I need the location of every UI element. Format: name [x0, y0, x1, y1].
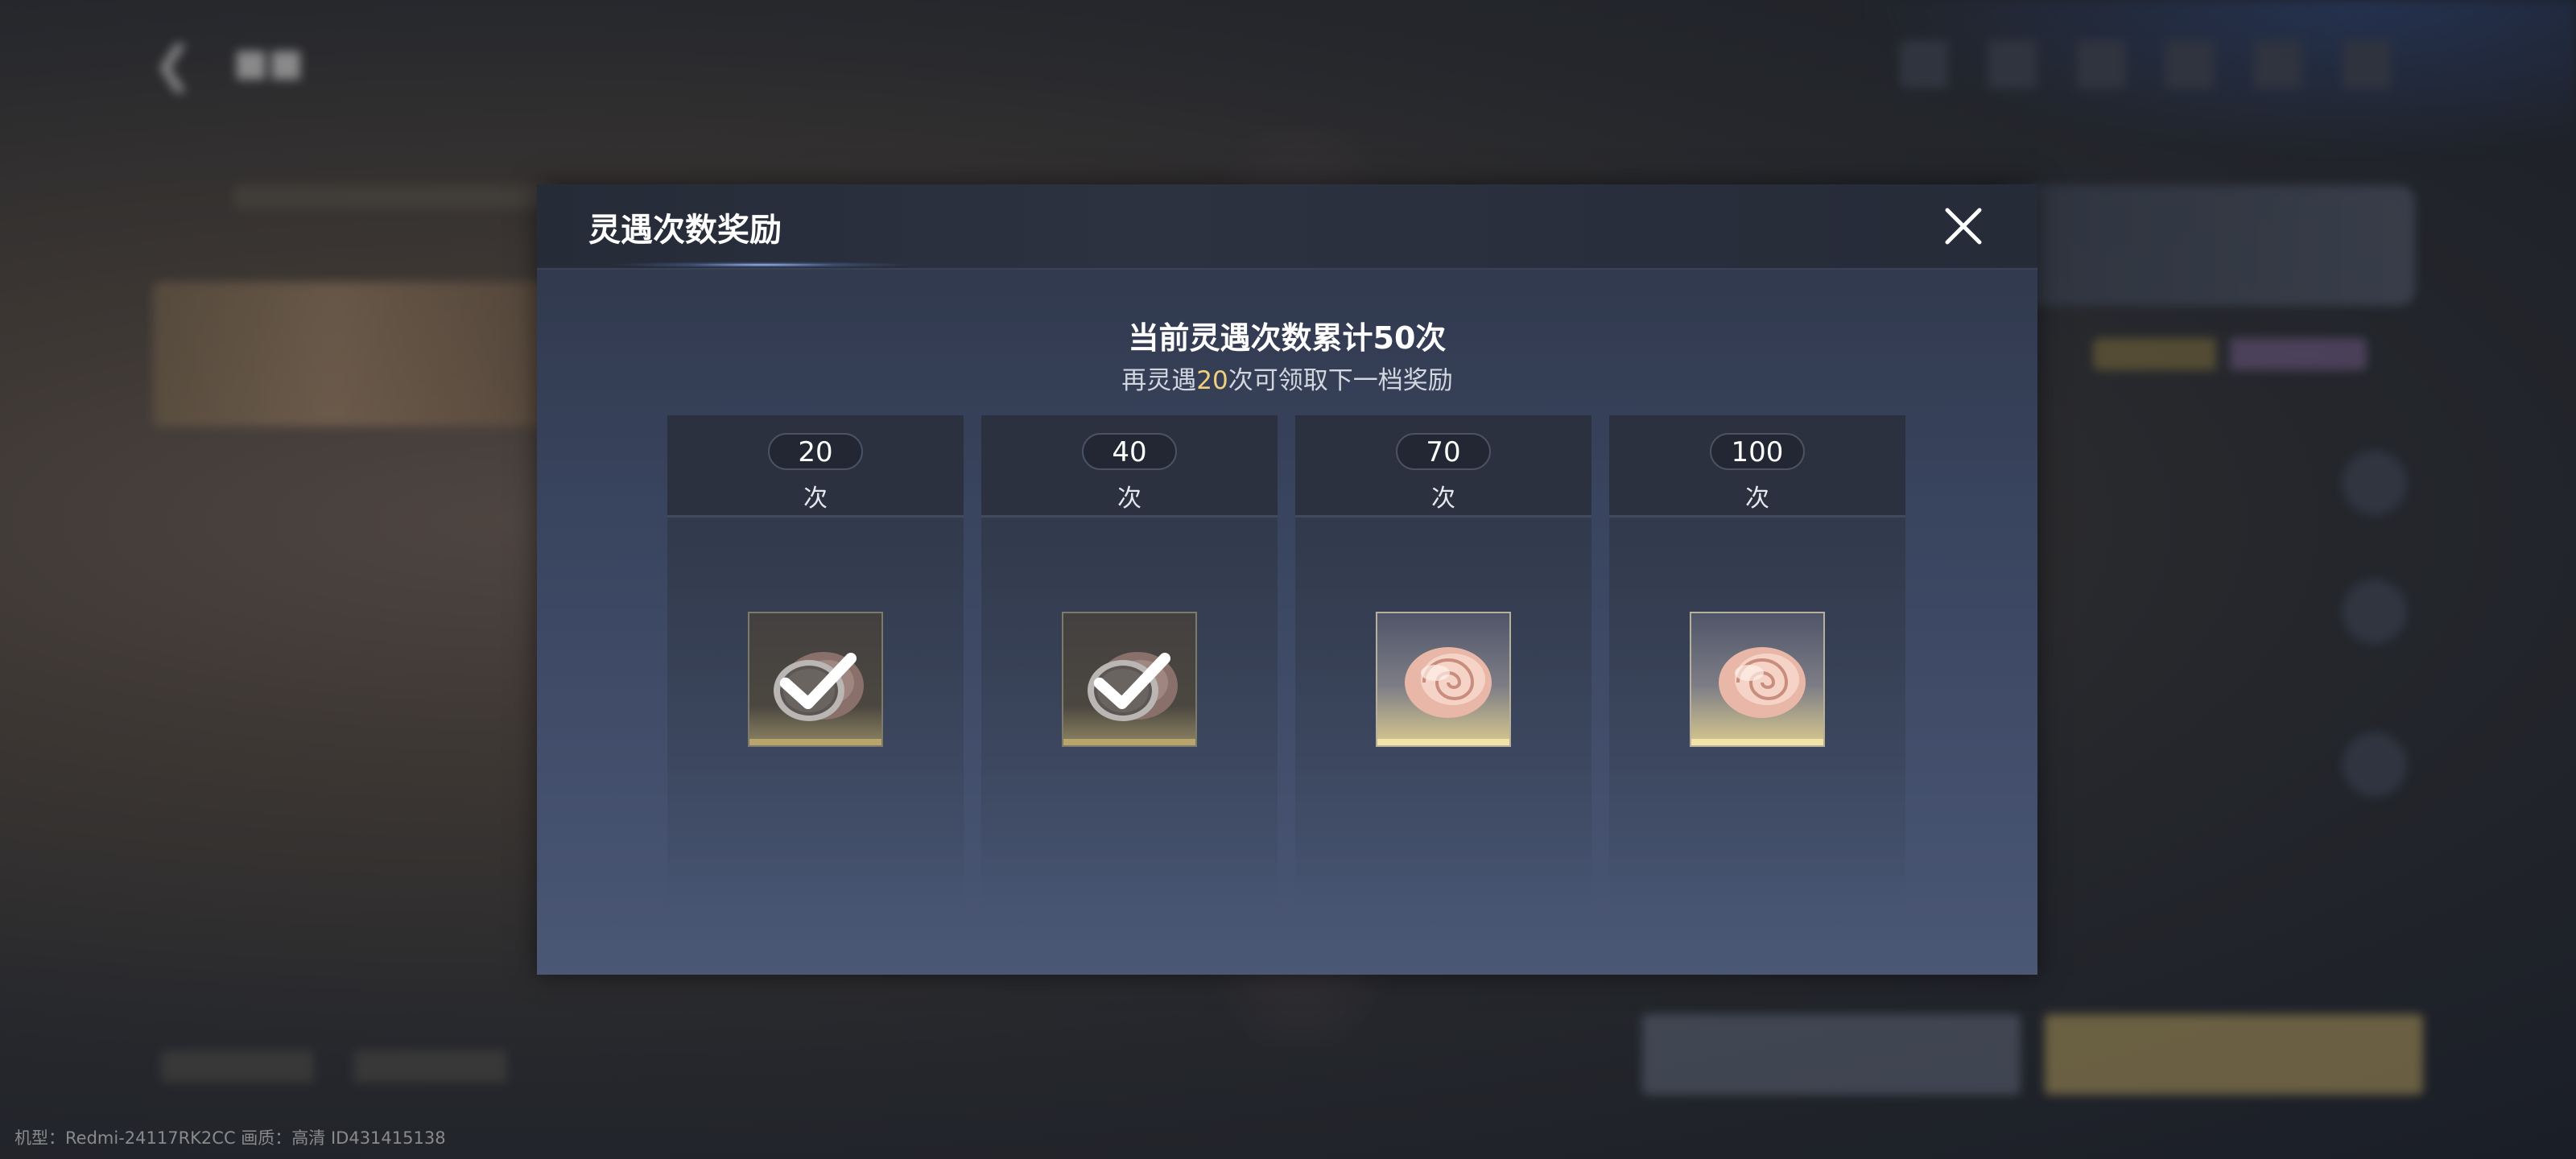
hint-prefix: 再灵遇: [1121, 366, 1197, 395]
tier-count: 100: [1710, 433, 1805, 470]
tier-header: 20 次: [667, 415, 964, 518]
reward-tier-card[interactable]: 20 次: [667, 415, 964, 914]
background-side-button: [2343, 451, 2407, 515]
tier-header: 40 次: [981, 415, 1278, 518]
background-page-title: ■■: [233, 40, 303, 84]
shell-icon: [1405, 647, 1492, 718]
reward-item[interactable]: [1376, 612, 1511, 747]
next-tier-hint: 再灵遇20次可领取下一档奖励: [537, 360, 2037, 396]
background-side-button: [2343, 580, 2407, 644]
reward-item-claimed[interactable]: [748, 612, 883, 747]
accumulated-count-text: 当前灵遇次数累计50次: [1128, 320, 1447, 356]
reward-modal: 灵遇次数奖励 当前灵遇次数累计50次 再灵遇20次可领取下一档奖励 20 次 4…: [537, 184, 2037, 975]
rarity-bar: [1691, 739, 1823, 745]
tier-count: 20: [768, 433, 863, 470]
background-bottom-options: [161, 1050, 515, 1083]
close-icon: [1945, 208, 1982, 245]
reward-tier-card[interactable]: 100 次: [1609, 415, 1905, 914]
reward-item[interactable]: [1690, 612, 1825, 747]
device-info-watermark: 机型：Redmi-24117RK2CC 画质：高清 ID431415138: [14, 1128, 446, 1148]
tier-count: 40: [1082, 433, 1177, 470]
modal-header: 灵遇次数奖励: [537, 184, 2037, 270]
tier-unit: 次: [1431, 485, 1455, 513]
background-side-button: [2343, 732, 2407, 797]
background-button-left: [1642, 1014, 2021, 1095]
reward-tiers: 20 次 40 次 70 次 100 次: [667, 415, 1907, 930]
hint-count: 20: [1196, 366, 1228, 395]
check-icon: [779, 653, 857, 709]
tier-header: 100 次: [1609, 415, 1905, 518]
tier-header: 70 次: [1295, 415, 1591, 518]
rarity-bar: [1063, 739, 1195, 745]
background-tags: [2093, 338, 2367, 370]
reward-tier-card[interactable]: 70 次: [1295, 415, 1591, 914]
rarity-bar: [1377, 739, 1509, 745]
rarity-bar: [749, 739, 881, 745]
header-glow-decoration: [609, 262, 915, 268]
tier-unit: 次: [803, 485, 828, 513]
close-button[interactable]: [1939, 202, 1988, 250]
hint-suffix: 次可领取下一档奖励: [1228, 366, 1453, 395]
background-right-title: [1996, 185, 2415, 306]
background-button-right: [2045, 1014, 2423, 1095]
background-banner: [153, 282, 604, 427]
background-top-icons: [1900, 40, 2399, 89]
reward-item-claimed[interactable]: [1062, 612, 1197, 747]
tier-count: 70: [1396, 433, 1491, 470]
tier-unit: 次: [1117, 485, 1141, 513]
background-back-icon: ❮: [153, 36, 194, 93]
tier-unit: 次: [1745, 485, 1769, 513]
reward-tier-card[interactable]: 40 次: [981, 415, 1278, 914]
check-icon: [1093, 653, 1170, 709]
background-tabs: [233, 185, 555, 209]
modal-title: 灵遇次数奖励: [588, 212, 782, 249]
shell-icon: [1719, 647, 1806, 718]
